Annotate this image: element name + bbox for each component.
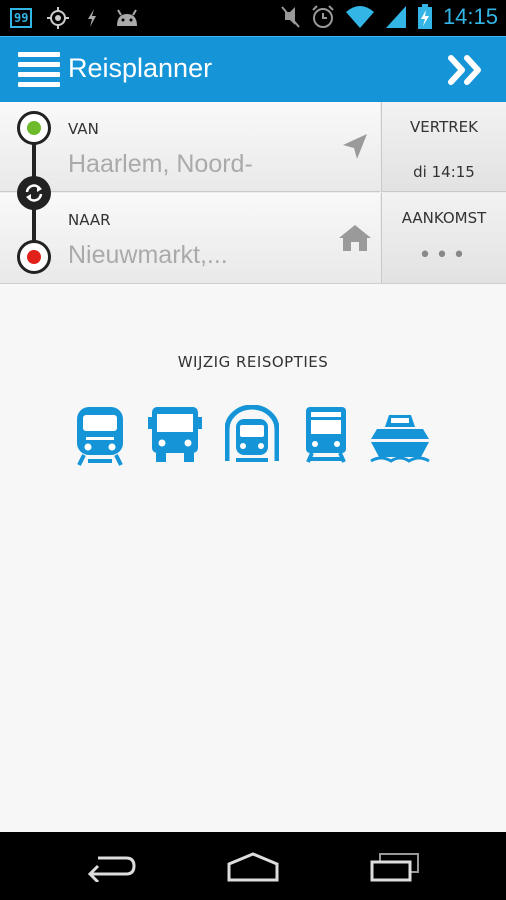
travel-options-title[interactable]: WIJZIG REISOPTIES [0,353,506,371]
bus-icon[interactable] [148,405,202,463]
departure-time-button[interactable]: VERTREK di 14:15 [381,102,506,192]
clock: 14:15 [442,4,498,29]
from-marker [17,111,51,145]
action-bar: Reisplanner [0,36,506,102]
departure-value: di 14:15 [413,163,475,181]
to-label: NAAR [68,211,111,229]
to-field[interactable]: NAAR Nieuwmarkt,... [0,193,380,283]
battery-charging-icon [417,4,432,29]
plan-forward-icon[interactable] [448,53,488,87]
back-icon[interactable] [86,852,138,882]
to-marker [17,240,51,274]
arrival-value: ••• [418,243,470,268]
gps-icon [47,7,70,29]
home-location-icon[interactable] [338,223,372,253]
status-bar: 99 14:15 [0,0,506,36]
train-icon[interactable] [76,405,124,467]
home-icon[interactable] [226,852,280,882]
swap-icon[interactable] [17,176,51,210]
alarm-icon [312,5,334,28]
system-nav-bar [0,832,506,900]
notification-badge: 99 [10,8,33,28]
arrival-label: AANKOMST [401,209,487,227]
route-planner: VAN Haarlem, Noord- NAAR Nieuwmarkt,... … [0,102,506,284]
recent-apps-icon[interactable] [368,852,420,882]
to-value[interactable]: Nieuwmarkt,... [68,241,228,270]
arrival-time-button[interactable]: AANKOMST ••• [381,193,506,283]
from-value[interactable]: Haarlem, Noord- [68,150,253,179]
metro-icon[interactable] [225,405,279,463]
departure-label: VERTREK [410,118,478,136]
from-field[interactable]: VAN Haarlem, Noord- [0,102,380,192]
current-location-icon[interactable] [340,132,370,162]
ferry-icon[interactable] [369,405,431,463]
usb-icon [88,9,97,27]
page-title: Reisplanner [68,53,213,83]
mute-icon [281,6,300,28]
signal-icon [385,6,406,28]
tram-icon[interactable] [304,405,348,463]
wifi-icon [345,6,374,28]
android-icon [117,9,138,26]
menu-icon[interactable] [18,50,62,90]
from-label: VAN [68,120,99,138]
